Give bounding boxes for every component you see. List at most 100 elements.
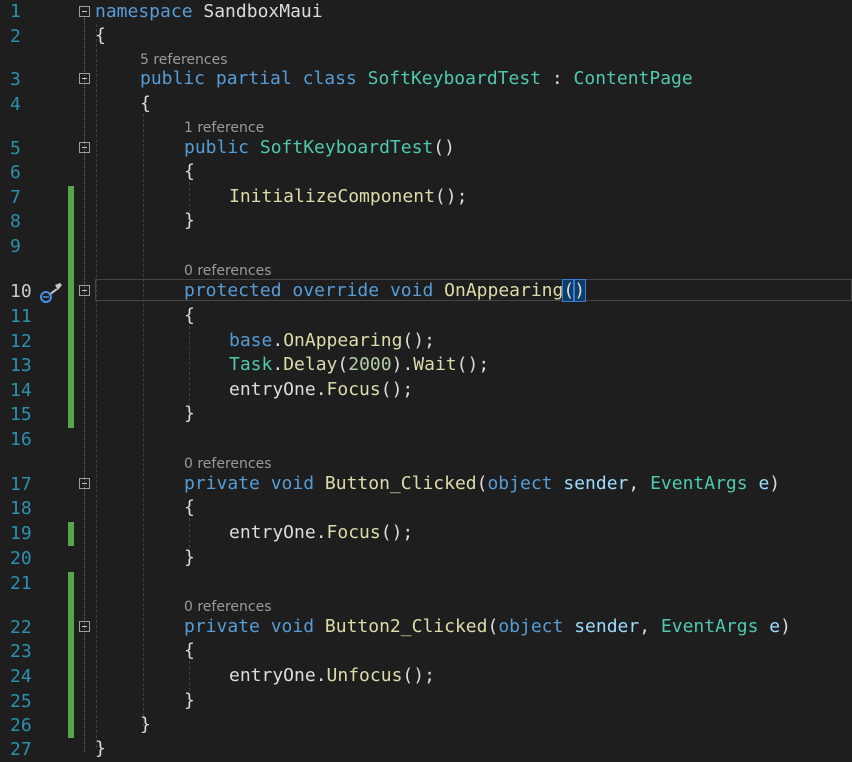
brace: } — [184, 403, 195, 424]
brace: } — [140, 714, 151, 735]
code-line[interactable]: namespace SandboxMaui — [95, 0, 323, 24]
line-number: 27 — [10, 739, 32, 760]
code-line[interactable]: public SoftKeyboardTest() — [184, 136, 455, 160]
type-name: EventArgs — [660, 616, 759, 637]
code-line[interactable]: } — [184, 546, 195, 570]
line-number: 5 — [10, 138, 21, 159]
line-number: 23 — [10, 641, 32, 662]
code-line[interactable]: { — [184, 160, 195, 184]
code-line[interactable]: { — [184, 496, 195, 520]
collapse-icon[interactable] — [79, 478, 90, 489]
method-name: Button2_Clicked — [324, 616, 488, 637]
code-line[interactable]: } — [95, 737, 106, 761]
change-indicator — [68, 572, 74, 738]
matched-paren: ( — [562, 279, 576, 302]
paren: ) — [391, 354, 403, 375]
codelens-references[interactable]: 0 references — [184, 456, 272, 472]
paren: ( — [487, 616, 499, 637]
codelens-references[interactable]: 5 references — [140, 52, 228, 68]
code-line[interactable]: Task.Delay(2000).Wait(); — [229, 353, 489, 377]
codelens-references[interactable]: 0 references — [184, 599, 272, 615]
keyword: void — [270, 473, 315, 494]
dot: . — [402, 354, 414, 375]
code-line[interactable]: } — [184, 402, 195, 426]
namespace-name: SandboxMaui — [192, 1, 323, 22]
parameter: sender — [563, 473, 629, 494]
code-line[interactable]: entryOne.Unfocus(); — [229, 664, 435, 688]
line-number: 17 — [10, 474, 32, 495]
codelens-references[interactable]: 0 references — [184, 263, 272, 279]
identifier: entryOne — [229, 379, 316, 400]
keyword: object — [487, 473, 553, 494]
collapse-icon[interactable] — [79, 621, 90, 632]
call-suffix: (); — [402, 330, 435, 351]
brace: { — [184, 640, 195, 661]
keyword: class — [302, 68, 357, 89]
codelens-references[interactable]: 1 reference — [184, 120, 264, 136]
brace: { — [140, 93, 151, 114]
code-line[interactable]: private void Button2_Clicked(object send… — [184, 615, 791, 639]
collapse-icon[interactable] — [79, 285, 90, 296]
brace: } — [184, 547, 195, 568]
keyword: override — [292, 280, 380, 301]
line-number: 3 — [10, 69, 21, 90]
brace: { — [184, 497, 195, 518]
code-line[interactable]: protected override void OnAppearing() — [184, 279, 587, 303]
code-line[interactable]: entryOne.Focus(); — [229, 378, 413, 402]
line-number: 7 — [10, 187, 21, 208]
keyword: void — [270, 616, 315, 637]
line-number: 19 — [10, 523, 32, 544]
number-literal: 2000 — [348, 354, 392, 375]
line-number: 26 — [10, 715, 32, 736]
code-editor[interactable]: 1 2 3 4 5 6 7 8 9 10 11 12 13 14 15 16 1… — [0, 0, 852, 760]
code-line[interactable]: } — [184, 689, 195, 713]
type-name: Task — [229, 354, 273, 375]
paintbrush-icon[interactable] — [38, 281, 64, 303]
comma: , — [639, 616, 661, 637]
parameter: e — [758, 473, 770, 494]
code-line[interactable]: { — [184, 639, 195, 663]
method-name: Button_Clicked — [324, 473, 477, 494]
collapse-icon[interactable] — [79, 142, 90, 153]
code-line[interactable]: { — [95, 24, 106, 48]
identifier: entryOne — [229, 522, 316, 543]
dot: . — [272, 354, 284, 375]
paren: ) — [780, 616, 791, 637]
code-line[interactable]: } — [140, 713, 151, 737]
code-line[interactable]: } — [184, 209, 195, 233]
paren: ) — [769, 473, 781, 494]
call-suffix: (); — [434, 186, 468, 207]
line-number: 15 — [10, 404, 32, 425]
identifier: entryOne — [229, 665, 316, 686]
keyword: partial — [215, 68, 292, 89]
parens: () — [433, 137, 455, 158]
code-line[interactable]: { — [184, 304, 195, 328]
call-suffix: (); — [402, 665, 435, 686]
method-call: Wait — [413, 354, 457, 375]
brace: { — [184, 305, 195, 326]
call-suffix: (); — [380, 522, 414, 543]
collapse-icon[interactable] — [79, 6, 90, 17]
indent-guide — [189, 661, 190, 691]
line-number: 13 — [10, 355, 32, 376]
code-line[interactable]: entryOne.Focus(); — [229, 521, 413, 545]
outline-guide — [84, 18, 85, 752]
comma: , — [628, 473, 651, 494]
code-line[interactable]: private void Button_Clicked(object sende… — [184, 472, 780, 496]
line-number: 18 — [10, 498, 32, 519]
line-number: 22 — [10, 617, 32, 638]
code-line[interactable]: InitializeComponent(); — [229, 185, 467, 209]
line-number: 25 — [10, 691, 32, 712]
change-indicator — [68, 186, 74, 428]
line-number-active: 10 — [10, 281, 32, 302]
code-line[interactable]: base.OnAppearing(); — [229, 329, 435, 353]
code-line[interactable]: { — [140, 92, 151, 116]
code-line[interactable]: public partial class SoftKeyboardTest : … — [140, 67, 693, 91]
matched-paren: ) — [573, 279, 587, 302]
type-name: EventArgs — [650, 473, 748, 494]
keyword: private — [184, 616, 260, 637]
method-call: Unfocus — [326, 665, 403, 686]
collapse-icon[interactable] — [79, 73, 90, 84]
indent-guide — [189, 182, 190, 212]
dot: . — [315, 379, 327, 400]
